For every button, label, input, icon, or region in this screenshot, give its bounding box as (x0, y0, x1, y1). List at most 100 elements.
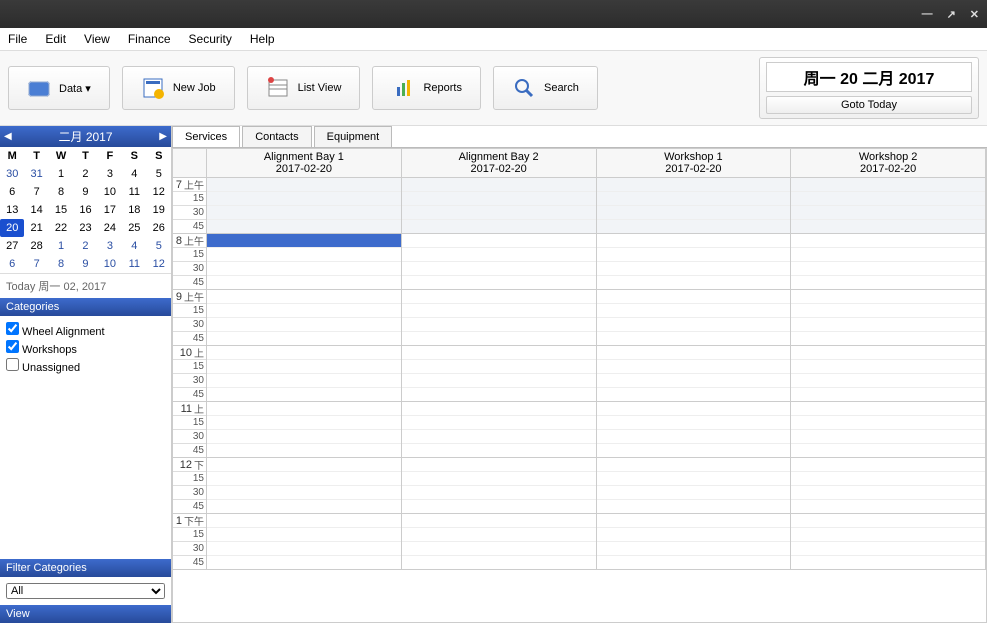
time-slot[interactable] (791, 458, 985, 472)
menu-finance[interactable]: Finance (128, 32, 171, 46)
calendar-day[interactable]: 13 (0, 201, 24, 219)
time-slot[interactable] (791, 192, 985, 206)
calendar-day[interactable]: 7 (24, 255, 48, 273)
calendar-day[interactable]: 14 (24, 201, 48, 219)
bay-column[interactable] (402, 178, 597, 570)
time-slot[interactable] (597, 402, 791, 416)
time-slot[interactable] (207, 472, 401, 486)
time-slot[interactable] (791, 332, 985, 346)
time-slot[interactable] (207, 178, 401, 192)
time-slot[interactable] (597, 234, 791, 248)
time-slot[interactable] (597, 360, 791, 374)
category-checkbox[interactable] (6, 340, 19, 353)
calendar-day[interactable]: 25 (122, 219, 146, 237)
schedule-grid[interactable]: Alignment Bay 12017-02-20Alignment Bay 2… (172, 148, 987, 623)
time-slot[interactable] (597, 430, 791, 444)
time-slot[interactable] (207, 332, 401, 346)
time-slot[interactable] (402, 304, 596, 318)
time-slot[interactable] (791, 444, 985, 458)
calendar-day[interactable]: 9 (73, 255, 97, 273)
time-slot[interactable] (402, 248, 596, 262)
time-slot[interactable] (207, 374, 401, 388)
category-item[interactable]: Unassigned (6, 358, 165, 374)
time-slot[interactable] (791, 486, 985, 500)
calendar-day[interactable]: 4 (122, 165, 146, 183)
time-slot[interactable] (207, 318, 401, 332)
time-slot[interactable] (402, 220, 596, 234)
time-slot[interactable] (597, 192, 791, 206)
time-slot[interactable] (597, 276, 791, 290)
time-slot[interactable] (402, 514, 596, 528)
time-slot[interactable] (597, 346, 791, 360)
calendar-day[interactable]: 9 (73, 183, 97, 201)
time-slot[interactable] (207, 192, 401, 206)
time-slot[interactable] (402, 234, 596, 248)
time-slot[interactable] (207, 500, 401, 514)
time-slot[interactable] (207, 388, 401, 402)
time-slot[interactable] (402, 458, 596, 472)
time-slot[interactable] (597, 542, 791, 556)
newjob-button[interactable]: New Job (122, 66, 235, 110)
time-slot[interactable] (791, 248, 985, 262)
time-slot[interactable] (402, 332, 596, 346)
time-slot[interactable] (402, 374, 596, 388)
time-slot[interactable] (207, 556, 401, 570)
calendar-day[interactable]: 12 (147, 183, 171, 201)
time-slot[interactable] (402, 486, 596, 500)
time-slot[interactable] (791, 472, 985, 486)
maximize-button[interactable]: ↗ (947, 8, 956, 21)
calendar-day[interactable]: 23 (73, 219, 97, 237)
time-slot[interactable] (402, 556, 596, 570)
bay-column[interactable] (207, 178, 402, 570)
time-slot[interactable] (791, 290, 985, 304)
calendar-day[interactable]: 3 (98, 165, 122, 183)
time-slot[interactable] (402, 528, 596, 542)
time-slot[interactable] (402, 542, 596, 556)
today-label[interactable]: Today 周一 02, 2017 (0, 273, 171, 298)
calendar-day[interactable]: 5 (147, 165, 171, 183)
category-item[interactable]: Wheel Alignment (6, 322, 165, 338)
calendar-day[interactable]: 24 (98, 219, 122, 237)
time-slot[interactable] (597, 472, 791, 486)
calendar-day[interactable]: 2 (73, 237, 97, 255)
time-slot[interactable] (791, 262, 985, 276)
time-slot[interactable] (207, 234, 401, 248)
goto-today-button[interactable]: Goto Today (766, 96, 972, 114)
calendar-day[interactable]: 6 (0, 255, 24, 273)
time-slot[interactable] (791, 388, 985, 402)
time-slot[interactable] (597, 262, 791, 276)
calendar-day[interactable]: 1 (49, 237, 73, 255)
calendar-day[interactable]: 8 (49, 255, 73, 273)
time-slot[interactable] (402, 416, 596, 430)
time-slot[interactable] (402, 178, 596, 192)
calendar-day[interactable]: 4 (122, 237, 146, 255)
time-slot[interactable] (597, 374, 791, 388)
calendar-day[interactable]: 5 (147, 237, 171, 255)
calendar-day[interactable]: 30 (0, 165, 24, 183)
time-slot[interactable] (402, 444, 596, 458)
time-slot[interactable] (207, 360, 401, 374)
calendar-day[interactable]: 10 (98, 183, 122, 201)
time-slot[interactable] (402, 388, 596, 402)
calendar-day[interactable]: 8 (49, 183, 73, 201)
calendar-day[interactable]: 16 (73, 201, 97, 219)
time-slot[interactable] (207, 416, 401, 430)
time-slot[interactable] (597, 528, 791, 542)
calendar-day[interactable]: 21 (24, 219, 48, 237)
time-slot[interactable] (402, 472, 596, 486)
menu-security[interactable]: Security (189, 32, 232, 46)
time-slot[interactable] (207, 262, 401, 276)
time-slot[interactable] (791, 402, 985, 416)
time-slot[interactable] (402, 360, 596, 374)
time-slot[interactable] (207, 346, 401, 360)
calendar-day[interactable]: 27 (0, 237, 24, 255)
cal-next-button[interactable]: ▶ (159, 131, 167, 142)
calendar-day[interactable]: 2 (73, 165, 97, 183)
time-slot[interactable] (597, 178, 791, 192)
time-slot[interactable] (791, 374, 985, 388)
search-button[interactable]: Search (493, 66, 598, 110)
time-slot[interactable] (207, 430, 401, 444)
reports-button[interactable]: Reports (372, 66, 481, 110)
time-slot[interactable] (207, 458, 401, 472)
calendar-day[interactable]: 7 (24, 183, 48, 201)
